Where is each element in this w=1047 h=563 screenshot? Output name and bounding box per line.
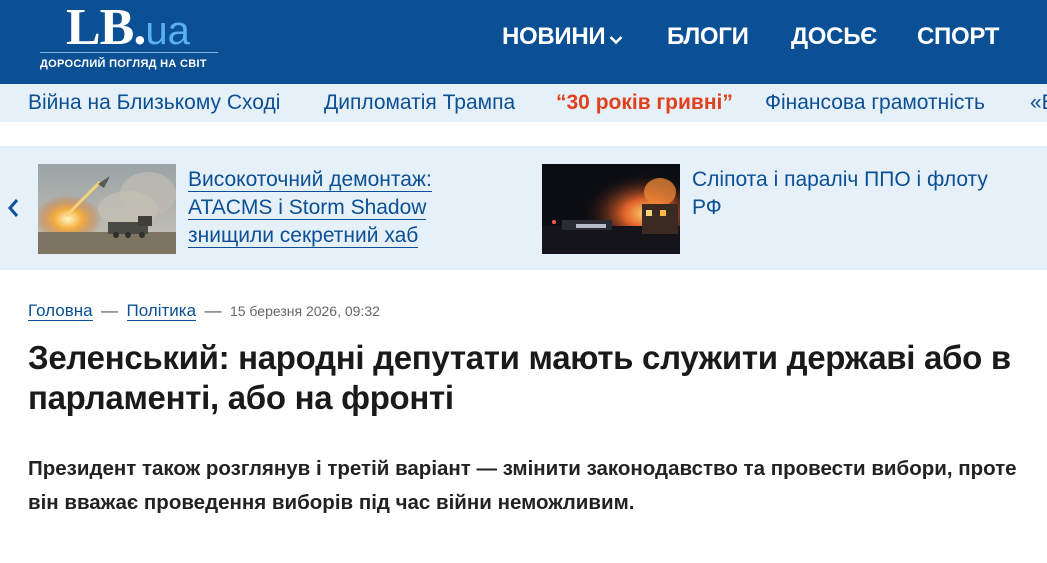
- logo-lb: LB: [66, 0, 134, 56]
- carousel-title-1-line-1: Високоточний демонтаж:: [188, 168, 432, 192]
- nav-dossier[interactable]: ДОСЬЄ: [791, 22, 877, 52]
- breadcrumb: Головна — Політика — 15 березня 2026, 09…: [28, 300, 380, 322]
- carousel-title-2[interactable]: Сліпота і параліч ППО і флоту РФ: [692, 166, 1022, 222]
- carousel-image-rocket-launch[interactable]: [38, 164, 176, 254]
- carousel-image-night-fire[interactable]: [542, 164, 680, 254]
- logo-divider: [40, 52, 218, 53]
- topic-link-truncated[interactable]: «Б: [1030, 89, 1047, 117]
- site-header: LB.ua ДОРОСЛИЙ ПОГЛЯД НА СВІТ НОВИНИ БЛО…: [0, 0, 1047, 84]
- carousel-title-1[interactable]: Високоточний демонтаж: ATACMS і Storm Sh…: [188, 166, 488, 250]
- logo-ua: ua: [145, 9, 190, 53]
- article-lead: Президент також розглянув і третій варіа…: [28, 457, 1017, 514]
- breadcrumb-home[interactable]: Головна: [28, 301, 93, 321]
- nav-blogs[interactable]: БЛОГИ: [667, 22, 749, 52]
- article-date: 15 березня 2026, 09:32: [229, 303, 380, 319]
- site-logo[interactable]: LB.ua ДОРОСЛИЙ ПОГЛЯД НА СВІТ: [40, 0, 230, 84]
- carousel-title-2-line-2: РФ: [692, 196, 722, 219]
- logo-tagline: ДОРОСЛИЙ ПОГЛЯД НА СВІТ: [40, 58, 207, 70]
- topic-link-trump-diplomacy[interactable]: Дипломатія Трампа: [324, 89, 515, 117]
- news-carousel: Високоточний демонтаж: ATACMS і Storm Sh…: [0, 146, 1047, 270]
- chevron-down-icon: [609, 23, 623, 53]
- chevron-left-icon[interactable]: [4, 196, 22, 220]
- logo-dot: .: [133, 0, 146, 56]
- topic-link-middle-east-war[interactable]: Війна на Близькому Сході: [28, 89, 280, 117]
- nav-news-label: НОВИНИ: [502, 23, 606, 50]
- breadcrumb-section[interactable]: Політика: [126, 301, 197, 321]
- carousel-title-1-line-2: ATACMS і Storm Shadow: [188, 196, 427, 220]
- article-headline: Зеленський: народні депутати мають служи…: [28, 339, 1011, 416]
- breadcrumb-separator: —: [101, 301, 119, 320]
- topic-link-financial-literacy[interactable]: Фінансова грамотність: [765, 89, 985, 117]
- carousel-title-2-line-1: Сліпота і параліч ППО і флоту: [692, 168, 988, 191]
- nav-sport[interactable]: СПОРТ: [917, 22, 999, 52]
- nav-news[interactable]: НОВИНИ: [502, 22, 623, 52]
- topic-link-hryvnia-30-years[interactable]: “30 років гривні”: [556, 89, 733, 117]
- topics-bar: Війна на Близькому Сході Дипломатія Трам…: [0, 84, 1047, 122]
- carousel-title-1-line-3: знищили секретний хаб: [188, 224, 419, 248]
- logo-wordmark: LB.ua: [66, 2, 190, 57]
- breadcrumb-separator-2: —: [204, 301, 222, 320]
